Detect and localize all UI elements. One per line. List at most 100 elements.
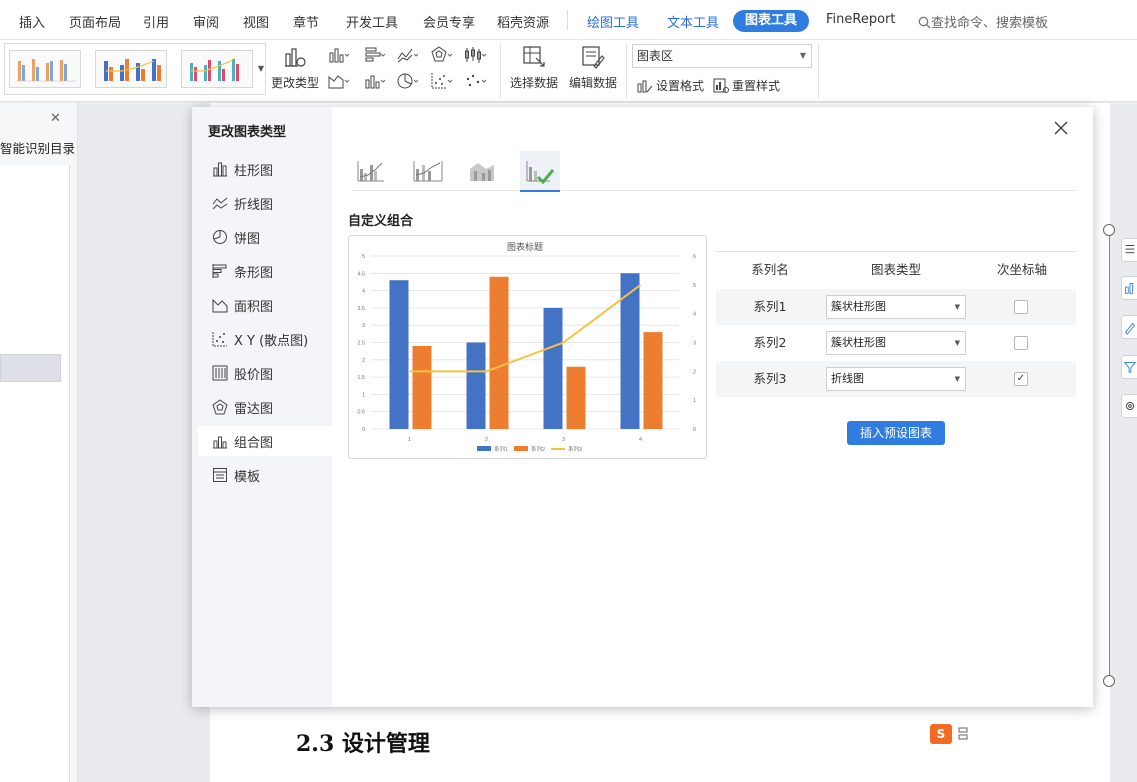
menu-review[interactable]: 审阅 xyxy=(193,12,219,31)
menu-references[interactable]: 引用 xyxy=(143,12,169,31)
combo-preset-tab[interactable] xyxy=(464,151,504,191)
chart-type-column[interactable]: 柱形图 xyxy=(198,154,332,184)
menu-drawing-tools[interactable]: 绘图工具 xyxy=(587,12,639,31)
change-type-button[interactable]: 更改类型 xyxy=(270,44,320,91)
header-series-name: 系列名 xyxy=(751,262,789,277)
menu-docer[interactable]: 稻壳资源 xyxy=(497,12,549,31)
chart-title: 图表标题 xyxy=(507,241,543,252)
filter-icon[interactable] xyxy=(1121,355,1137,379)
stock-chart-icon[interactable] xyxy=(464,45,486,65)
series-chart-type-select[interactable]: 簇状柱形图 ▼ xyxy=(826,331,966,355)
line-chart-icon[interactable] xyxy=(396,45,418,65)
scatter-chart-icon[interactable] xyxy=(430,71,452,91)
ime-logo-icon[interactable]: S xyxy=(930,724,952,744)
chart-type-bar[interactable]: 条形图 xyxy=(198,256,332,286)
series-chart-type-value: 簇状柱形图 xyxy=(831,336,886,349)
pen-icon[interactable] xyxy=(1121,315,1137,339)
menu-page-layout[interactable]: 页面布局 xyxy=(69,12,121,31)
resize-handle[interactable] xyxy=(1103,224,1115,236)
toc-selected-item[interactable] xyxy=(0,354,61,382)
reset-style-button[interactable]: 重置样式 xyxy=(713,77,780,94)
chart-type-pie[interactable]: 饼图 xyxy=(198,222,332,252)
smart-toc-title[interactable]: 智能识别目录 xyxy=(0,138,75,157)
chart-type-line[interactable]: 折线图 xyxy=(198,188,332,218)
bar-2-4 xyxy=(643,332,663,429)
set-format-label: 设置格式 xyxy=(656,79,705,93)
series-chart-type-select[interactable]: 折线图 ▼ xyxy=(826,367,966,391)
table-row: 系列2 簇状柱形图 ▼ xyxy=(716,325,1076,361)
set-format-button[interactable]: 设置格式 xyxy=(637,77,704,94)
chart-element-select[interactable]: 图表区 ▼ xyxy=(632,44,812,68)
y2-tick-label: 3 xyxy=(693,341,696,347)
toc-list xyxy=(0,165,70,782)
settings-gear-icon[interactable] xyxy=(1121,394,1137,418)
chart-type-scatter[interactable]: X Y (散点图) xyxy=(198,324,332,354)
y-tick-label: 2 xyxy=(362,358,365,364)
chart-element-value: 图表区 xyxy=(637,49,674,63)
menu-finereport[interactable]: FineReport xyxy=(826,12,895,27)
combo-preset-tab[interactable] xyxy=(408,151,448,191)
chart-elements-icon[interactable] xyxy=(1121,238,1137,262)
select-data-label: 选择数据 xyxy=(509,76,558,90)
secondary-axis-checkbox-checked[interactable]: ✓ xyxy=(1014,372,1028,386)
edit-data-button[interactable]: 编辑数据 xyxy=(566,44,620,91)
y-tick-label: 1.5 xyxy=(357,375,365,381)
pie-chart-icon[interactable] xyxy=(396,71,418,91)
menu-insert[interactable]: 插入 xyxy=(19,12,45,31)
legend-label: 系列2 xyxy=(531,445,545,453)
clustered-column-line-icon xyxy=(357,161,384,182)
menu-text-tools[interactable]: 文本工具 xyxy=(667,12,719,31)
bar-1-1 xyxy=(389,280,409,429)
secondary-axis-checkbox[interactable] xyxy=(1014,336,1028,350)
y2-tick-label: 2 xyxy=(693,369,696,375)
menu-section[interactable]: 章节 xyxy=(293,12,319,31)
chart-type-radar[interactable]: 雷达图 xyxy=(198,392,332,422)
series-chart-type-select[interactable]: 簇状柱形图 ▼ xyxy=(826,295,966,319)
ime-toolbar-icon[interactable] xyxy=(958,726,970,742)
more-charts-icon[interactable] xyxy=(464,71,486,91)
chevron-down-icon: ▼ xyxy=(954,339,960,347)
y2-tick-label: 5 xyxy=(693,283,696,289)
menu-view[interactable]: 视图 xyxy=(243,12,269,31)
chart-style-thumb[interactable] xyxy=(95,50,167,88)
line-chart-icon xyxy=(212,197,228,210)
y-tick-label: 1 xyxy=(362,392,365,398)
insert-preset-chart-button[interactable]: 插入预设图表 xyxy=(847,421,945,445)
chart-type-label: 柱形图 xyxy=(234,163,274,179)
series-table: 系列名 图表类型 次坐标轴 系列1 簇状柱形图 ▼ 系列2 簇状柱形图 ▼ 系列… xyxy=(716,251,1076,399)
menu-member[interactable]: 会员专享 xyxy=(423,12,475,31)
column-chart-icon[interactable] xyxy=(327,45,349,65)
area-chart-icon[interactable] xyxy=(327,71,349,91)
select-data-button[interactable]: 选择数据 xyxy=(508,44,560,91)
secondary-axis-checkbox[interactable] xyxy=(1014,300,1028,314)
chart-style-thumb[interactable] xyxy=(9,50,81,88)
combo-preset-tab-custom[interactable] xyxy=(520,151,560,192)
y-tick-label: 4.5 xyxy=(357,271,365,277)
table-row: 系列1 簇状柱形图 ▼ xyxy=(716,289,1076,325)
command-search[interactable]: 查找命令、搜索模板 xyxy=(918,12,1048,31)
chart-type-template[interactable]: 模板 xyxy=(198,460,332,490)
chart-type-combo[interactable]: 组合图 xyxy=(198,426,332,456)
combo-chart-svg: 图表标题 0 0.5 1 1.5 2 2.5 3 3.5 4 4.5 5 0 1 2 3 4 5 6 1 2 3 4 系列1 系… xyxy=(357,241,696,453)
column-line-secondary-icon xyxy=(413,161,443,182)
radar-chart-icon[interactable] xyxy=(430,45,452,65)
close-icon[interactable] xyxy=(1052,119,1070,137)
combo-chart-icon xyxy=(213,436,227,449)
gallery-more-icon[interactable]: ▼ xyxy=(258,64,264,73)
chart-type-area[interactable]: 面积图 xyxy=(198,290,332,320)
close-icon[interactable]: ✕ xyxy=(50,111,61,126)
chart-type-stock[interactable]: 股价图 xyxy=(198,358,332,388)
menu-chart-tools[interactable]: 图表工具 xyxy=(733,10,809,32)
chart-style-thumb[interactable] xyxy=(181,50,253,88)
chart-style-gallery[interactable]: ▼ xyxy=(4,43,266,95)
series-chart-type-value: 簇状柱形图 xyxy=(831,300,886,313)
menu-developer[interactable]: 开发工具 xyxy=(346,12,398,31)
ribbon-separator xyxy=(500,44,501,98)
x-tick-label: 4 xyxy=(639,437,642,443)
chart-style-icon[interactable] xyxy=(1121,276,1137,300)
search-icon xyxy=(918,16,931,29)
resize-handle[interactable] xyxy=(1103,675,1115,687)
combo-chart-icon[interactable] xyxy=(363,71,385,91)
combo-preset-tab[interactable] xyxy=(352,151,392,191)
bar-chart-icon[interactable] xyxy=(363,45,385,65)
